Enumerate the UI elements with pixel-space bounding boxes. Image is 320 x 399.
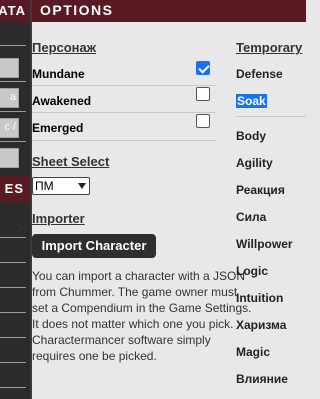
mundane-checkbox[interactable] xyxy=(196,61,210,75)
row-divider xyxy=(32,85,216,86)
emerged-label: Emerged xyxy=(32,121,84,135)
magic-label: Magic xyxy=(236,345,271,359)
mundane-label: Mundane xyxy=(32,67,85,81)
importer-description: You can import a character with a JSON f… xyxy=(32,269,252,363)
left-divider xyxy=(0,262,26,263)
soak-highlight: Soak xyxy=(236,94,267,108)
left-divider xyxy=(0,337,26,338)
left-button-4[interactable] xyxy=(0,148,19,168)
left-divider xyxy=(0,45,26,46)
willpower-label: Willpower xyxy=(236,237,293,251)
left-button-3[interactable]: c / xyxy=(0,118,19,138)
sheet-select-value: ПМ xyxy=(35,179,54,193)
left-section-label: ES xyxy=(4,181,24,196)
emerged-checkbox[interactable] xyxy=(196,114,210,128)
options-title: OPTIONS xyxy=(40,2,114,18)
row-divider xyxy=(32,112,216,113)
strength-label: Сила xyxy=(236,210,267,224)
defense-label: Defense xyxy=(236,67,283,81)
left-divider xyxy=(0,362,26,363)
influence-label: Влияние xyxy=(236,372,288,386)
sheet-select-dropdown[interactable]: ПМ xyxy=(32,177,90,195)
left-divider xyxy=(0,111,26,112)
intuition-label: Intuition xyxy=(236,291,284,305)
options-panel: OPTIONS Персонаж Mundane Awakened Emerge… xyxy=(16,0,306,399)
awakened-checkbox[interactable] xyxy=(196,87,210,101)
left-section-bar: ES xyxy=(0,176,30,202)
soak-label: Soak xyxy=(236,94,267,108)
row-divider xyxy=(236,116,306,117)
left-divider xyxy=(0,387,26,388)
agility-label: Agility xyxy=(236,156,273,170)
persona-heading: Персонаж xyxy=(32,40,96,55)
left-tab-label: ATA xyxy=(0,3,26,18)
left-divider xyxy=(0,237,26,238)
logic-label: Logic xyxy=(236,264,268,278)
row-divider xyxy=(32,140,216,141)
left-tab[interactable]: ATA xyxy=(0,0,30,22)
reaction-label: Реакция xyxy=(236,183,285,197)
charisma-label: Харизма xyxy=(236,318,287,332)
chevron-down-icon xyxy=(78,183,86,189)
left-button-2[interactable]: a xyxy=(0,88,19,108)
left-divider xyxy=(0,312,26,313)
tools-icon[interactable]: ⚒ xyxy=(16,220,30,235)
import-character-button[interactable]: Import Character xyxy=(32,234,156,258)
body-label: Body xyxy=(236,129,266,143)
temporary-heading: Temporary xyxy=(236,40,303,55)
importer-heading: Importer xyxy=(32,211,85,226)
left-divider xyxy=(0,141,26,142)
sheet-select-heading: Sheet Select xyxy=(32,154,110,169)
left-divider xyxy=(0,81,26,82)
left-divider xyxy=(0,287,26,288)
left-button-1[interactable] xyxy=(0,58,19,78)
options-header: OPTIONS xyxy=(32,0,306,22)
awakened-label: Awakened xyxy=(32,94,92,108)
left-panel: ATA a c / ES xyxy=(0,0,30,399)
